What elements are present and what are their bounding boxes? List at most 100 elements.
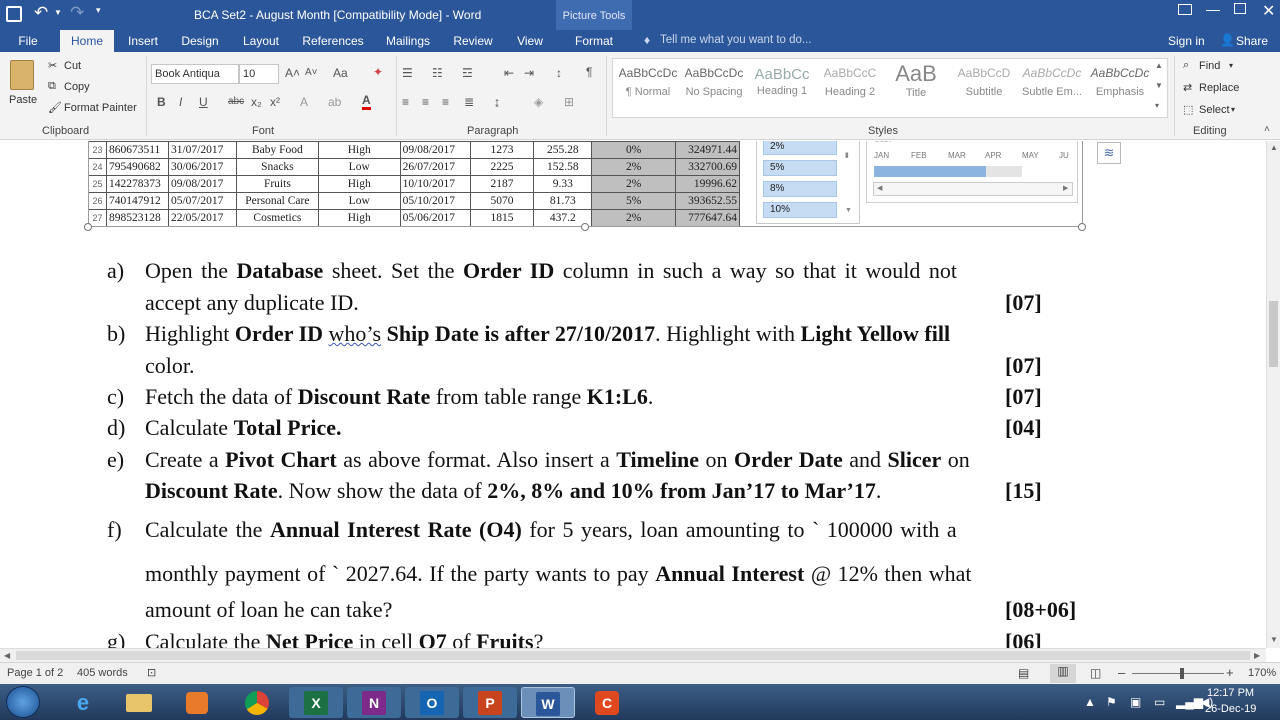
style-no-spacing[interactable]: AaBbCcDc No Spacing: [681, 61, 747, 105]
zoom-slider[interactable]: [1132, 673, 1224, 674]
onenote-icon[interactable]: N: [347, 687, 401, 718]
tab-insert[interactable]: Insert: [120, 30, 166, 52]
clock-date[interactable]: 26-Dec-19: [1205, 703, 1256, 715]
styles-more-icon[interactable]: ▾: [1155, 101, 1159, 110]
order-date-timeline[interactable]: 2017 JAN FEB MAR APR MAY JU ◀ ▶: [866, 141, 1078, 203]
style-subtitle[interactable]: AaBbCcD Subtitle: [951, 61, 1017, 105]
tell-me-input[interactable]: Tell me what you want to do...: [660, 34, 812, 46]
tab-format[interactable]: Format: [566, 30, 622, 52]
slicer-item[interactable]: 10%: [763, 202, 837, 218]
slicer-item[interactable]: 8%: [763, 181, 837, 197]
vertical-scrollbar[interactable]: ▲ ▼: [1266, 141, 1280, 648]
timeline-scrollbar[interactable]: [873, 182, 1073, 196]
word-icon[interactable]: W: [521, 687, 575, 718]
device-icon[interactable]: ▣: [1130, 695, 1141, 709]
resize-handle-bm[interactable]: [581, 223, 589, 231]
file-explorer-icon[interactable]: [112, 687, 166, 718]
multilevel-list-icon[interactable]: ☲: [462, 66, 473, 80]
scroll-up-icon[interactable]: ▲: [1270, 143, 1278, 152]
minimize-icon[interactable]: —: [1206, 1, 1220, 17]
paste-button[interactable]: Paste: [6, 56, 40, 112]
zoom-thumb[interactable]: [1180, 668, 1184, 679]
find-dropdown-icon[interactable]: ▾: [1229, 61, 1233, 70]
format-painter-button[interactable]: Format Painter: [64, 102, 137, 114]
slicer-item[interactable]: 5%: [763, 160, 837, 176]
word-count[interactable]: 405 words: [77, 667, 128, 679]
read-mode-icon[interactable]: ▤: [1018, 666, 1029, 680]
horizontal-scrollbar[interactable]: ◀ ▶: [0, 648, 1266, 662]
action-center-icon[interactable]: ⚑: [1106, 695, 1117, 709]
slicer-scroll-up-icon[interactable]: ▮: [845, 151, 849, 159]
clock-time[interactable]: 12:17 PM: [1207, 687, 1254, 699]
timeline-month[interactable]: APR: [985, 151, 1001, 160]
network-icon[interactable]: ▂▄▆: [1176, 695, 1203, 709]
align-center-icon[interactable]: ≡: [422, 95, 429, 109]
undo-dropdown-icon[interactable]: ▼: [54, 8, 62, 17]
tab-review[interactable]: Review: [448, 30, 498, 52]
internet-explorer-icon[interactable]: e: [56, 687, 110, 718]
sort-icon[interactable]: ↕: [556, 66, 562, 80]
tab-file[interactable]: File: [6, 30, 50, 52]
numbering-icon[interactable]: ☷: [432, 66, 443, 80]
justify-icon[interactable]: ≣: [464, 95, 474, 109]
hscroll-thumb[interactable]: [16, 651, 1250, 660]
save-icon[interactable]: [6, 6, 22, 22]
tab-mailings[interactable]: Mailings: [380, 30, 436, 52]
replace-button[interactable]: Replace: [1199, 82, 1239, 94]
change-case-icon[interactable]: Aa: [333, 66, 348, 80]
subscript-icon[interactable]: x₂: [251, 95, 262, 109]
resize-handle-bl[interactable]: [84, 223, 92, 231]
style-heading-1[interactable]: AaBbCc Heading 1: [749, 61, 815, 105]
excel-icon[interactable]: X: [289, 687, 343, 718]
tab-references[interactable]: References: [298, 30, 368, 52]
font-name-select[interactable]: Book Antiqua: [151, 64, 239, 84]
page-count[interactable]: Page 1 of 2: [7, 667, 63, 679]
timeline-selection-bar[interactable]: [874, 166, 986, 177]
timeline-scroll-left-icon[interactable]: ◀: [877, 184, 882, 192]
start-button-icon[interactable]: [6, 686, 40, 718]
timeline-month[interactable]: JU: [1059, 151, 1069, 160]
undo-icon[interactable]: ↶: [34, 3, 48, 23]
tab-layout[interactable]: Layout: [236, 30, 286, 52]
scroll-right-icon[interactable]: ▶: [1254, 651, 1260, 660]
scroll-thumb[interactable]: [1269, 301, 1278, 367]
line-spacing-icon[interactable]: ↨: [494, 95, 500, 109]
text-effects-icon[interactable]: A: [300, 95, 308, 109]
font-color-icon[interactable]: A: [362, 93, 371, 110]
slicer-scroll-down-icon[interactable]: ▼: [845, 207, 852, 214]
italic-icon[interactable]: I: [179, 95, 182, 109]
copy-button[interactable]: Copy: [64, 81, 90, 93]
bullets-icon[interactable]: ☰: [402, 66, 413, 80]
proofing-icon[interactable]: ⊡: [147, 666, 156, 679]
timeline-month[interactable]: FEB: [911, 151, 927, 160]
sign-in-link[interactable]: Sign in: [1168, 34, 1205, 48]
superscript-icon[interactable]: x²: [270, 95, 280, 109]
style-emphasis[interactable]: AaBbCcDc Emphasis: [1087, 61, 1153, 105]
chrome-icon[interactable]: [230, 687, 284, 718]
layout-options-icon[interactable]: ≋: [1097, 142, 1121, 164]
find-button[interactable]: Find: [1199, 60, 1220, 72]
powerpoint-icon[interactable]: P: [463, 687, 517, 718]
scroll-down-icon[interactable]: ▼: [1270, 635, 1278, 644]
styles-scroll-up-icon[interactable]: ▲: [1155, 61, 1163, 70]
clear-formatting-icon[interactable]: ✦: [373, 65, 383, 79]
select-dropdown-icon[interactable]: ▾: [1231, 105, 1235, 114]
zoom-out-icon[interactable]: –: [1118, 665, 1125, 680]
zoom-level[interactable]: 170%: [1248, 667, 1276, 679]
shading-icon[interactable]: ◈: [534, 95, 543, 109]
tab-design[interactable]: Design: [176, 30, 224, 52]
zoom-in-icon[interactable]: +: [1226, 665, 1234, 680]
timeline-month[interactable]: JAN: [874, 151, 889, 160]
styles-scroll-down-icon[interactable]: ▼: [1155, 81, 1163, 90]
slicer-item[interactable]: 2%: [763, 141, 837, 155]
timeline-month[interactable]: MAR: [948, 151, 966, 160]
grow-font-icon[interactable]: A˄: [285, 66, 300, 80]
tab-view[interactable]: View: [508, 30, 552, 52]
resize-handle-br[interactable]: [1078, 223, 1086, 231]
document-area[interactable]: 23 860673511 31/07/2017 Baby Food High 09/08/…: [0, 141, 1266, 648]
camtasia-icon[interactable]: C: [580, 687, 634, 718]
redo-icon[interactable]: ↷: [70, 3, 84, 23]
font-size-select[interactable]: 10: [239, 64, 279, 84]
timeline-scroll-right-icon[interactable]: ▶: [1063, 184, 1068, 192]
increase-indent-icon[interactable]: ⇥: [524, 66, 534, 80]
